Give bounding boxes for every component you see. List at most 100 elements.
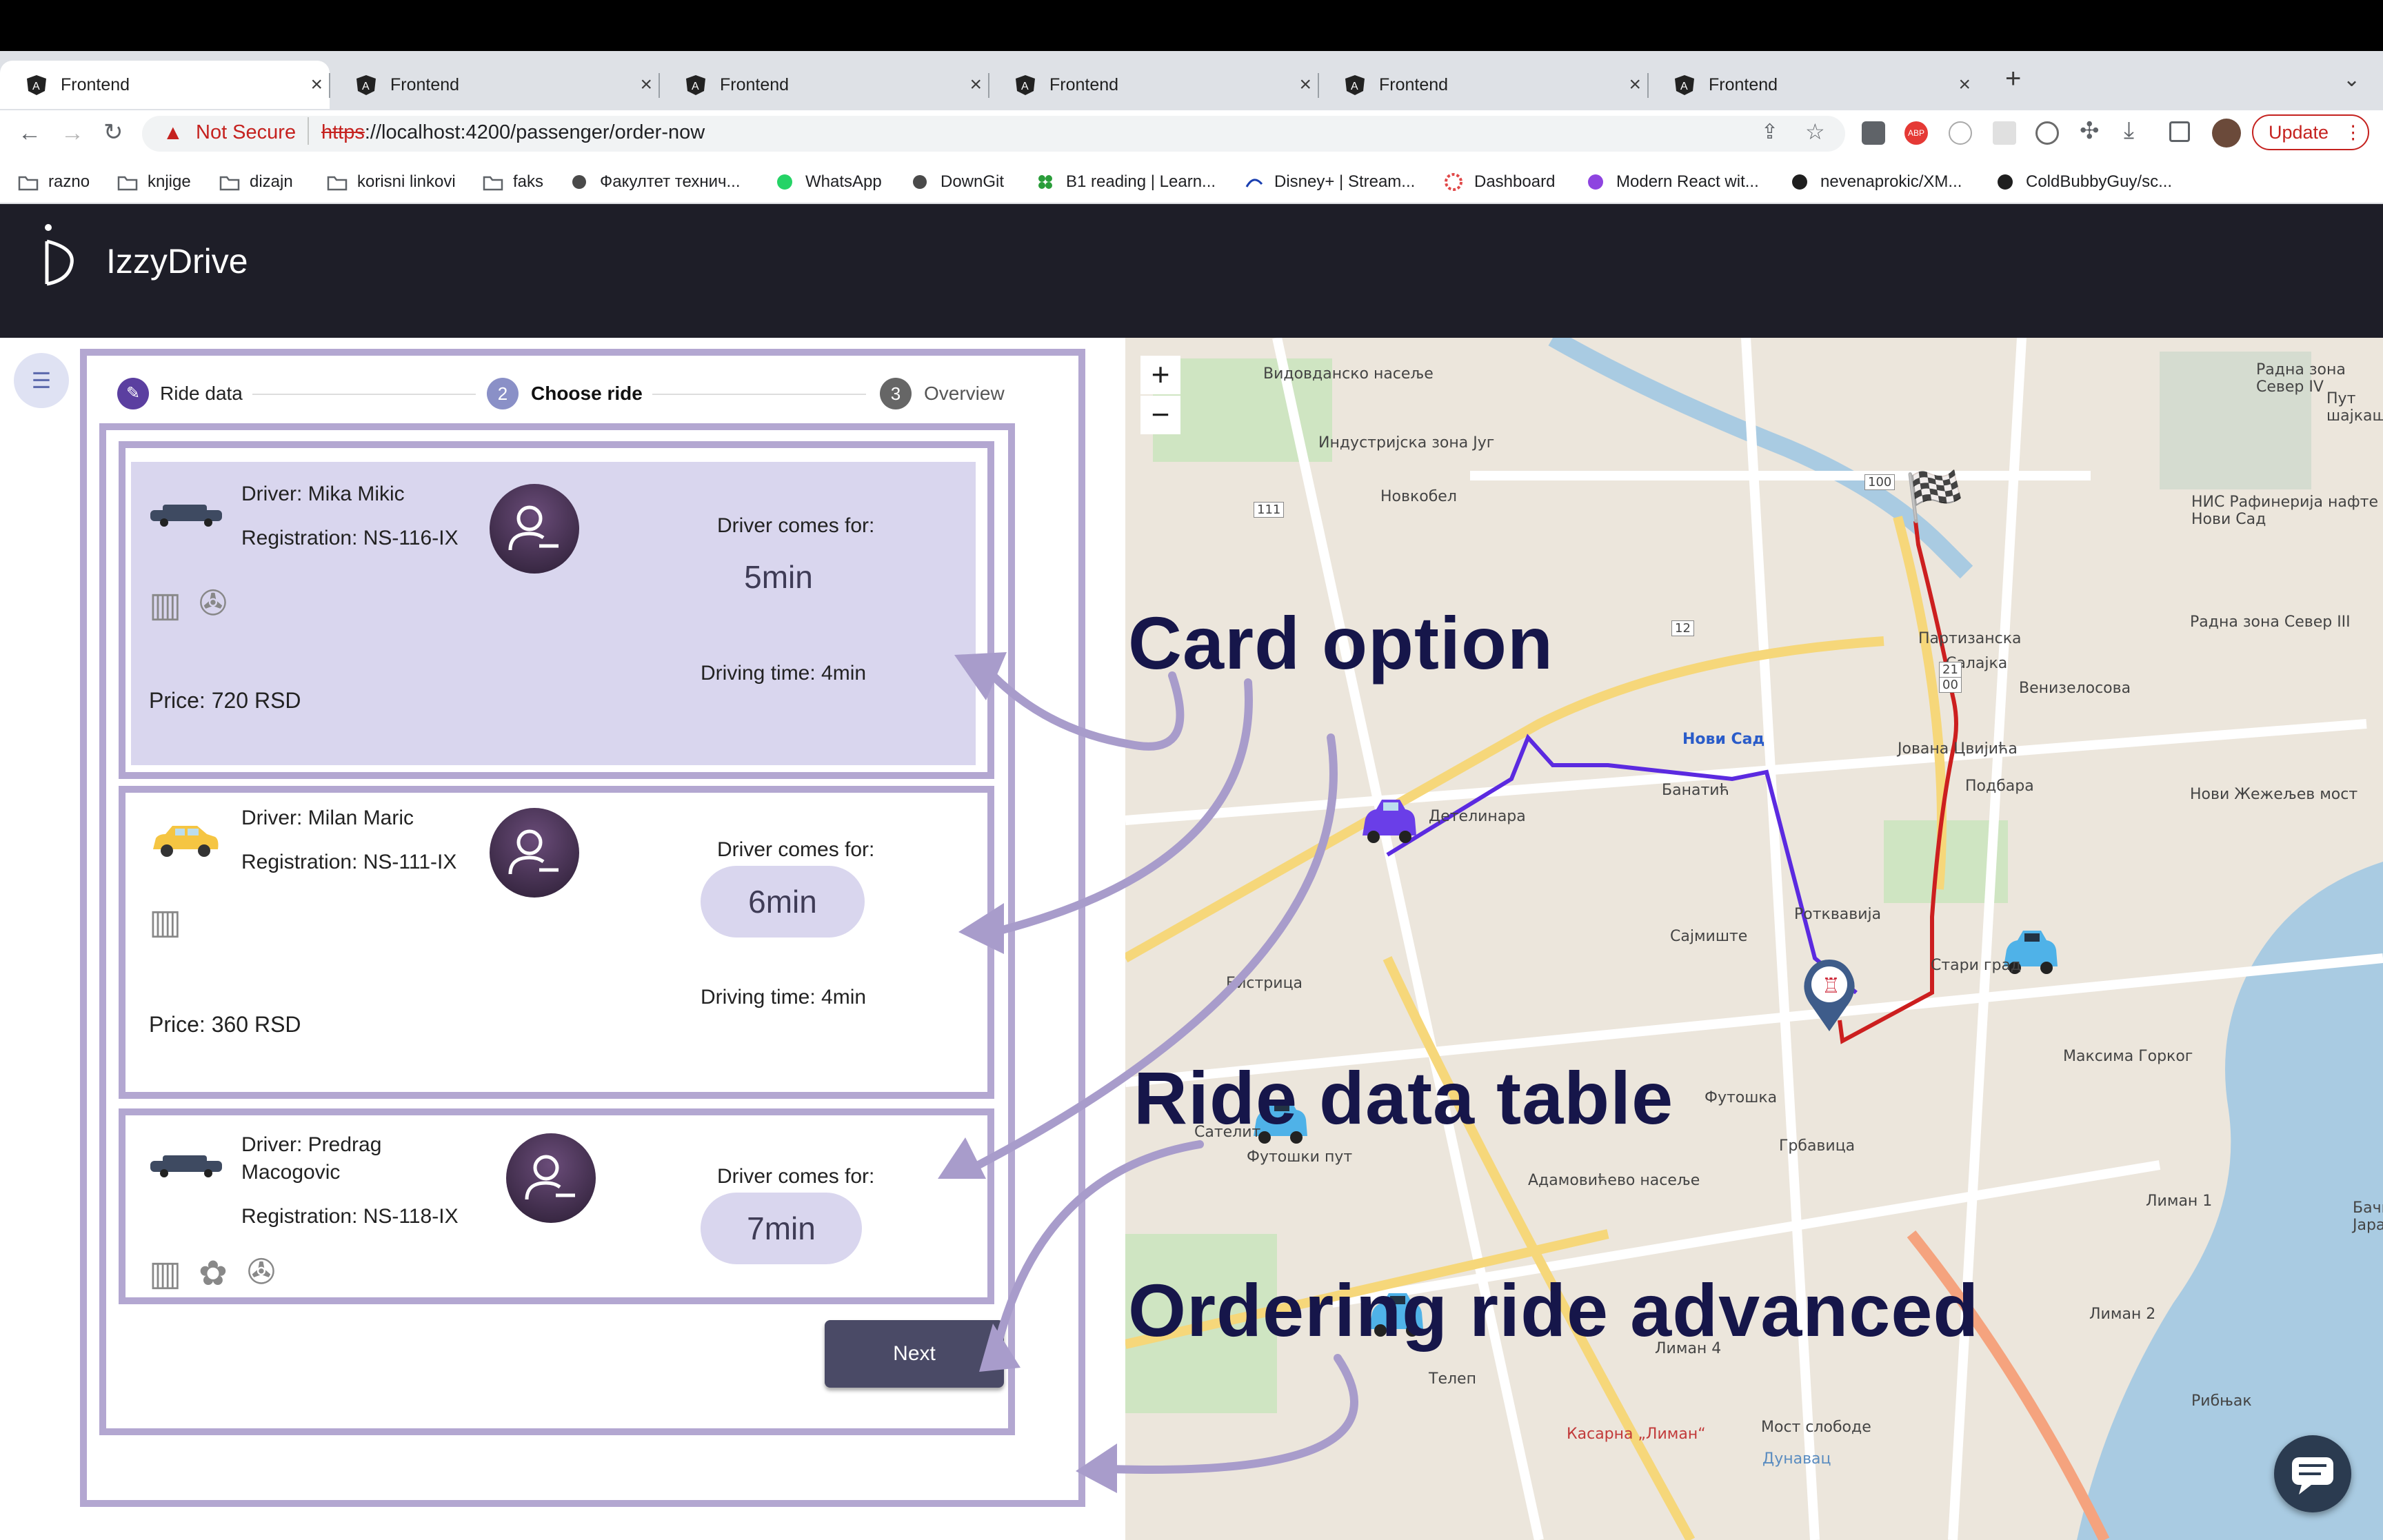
- tab-close-icon[interactable]: ×: [640, 73, 652, 97]
- svg-text:A: A: [692, 81, 699, 92]
- update-button[interactable]: Update ⋮: [2252, 114, 2369, 150]
- map-label: Лиман 2: [2089, 1306, 2156, 1323]
- browser-tab-3[interactable]: A Frontend ×: [659, 61, 989, 109]
- card-1-outline: [119, 441, 994, 779]
- tab-close-icon[interactable]: ×: [310, 73, 323, 97]
- angular-icon: A: [1345, 74, 1365, 95]
- map-label: Пут шајкашки: [2326, 390, 2383, 425]
- forward-icon[interactable]: →: [61, 120, 84, 147]
- dashboard-icon: [1444, 173, 1465, 191]
- angular-icon: A: [685, 74, 706, 95]
- zoom-out-button[interactable]: −: [1140, 396, 1180, 434]
- tab-search-chevron-icon[interactable]: ⌄: [2343, 68, 2360, 92]
- bookmark-label: Modern React wit...: [1616, 172, 1759, 191]
- bookmark-item[interactable]: nevenaprokic/XM...: [1790, 168, 1962, 196]
- svg-text:A: A: [1680, 81, 1688, 92]
- profile-avatar[interactable]: [2212, 119, 2241, 148]
- url-text[interactable]: https://localhost:4200/passenger/order-n…: [321, 121, 705, 144]
- bookmark-item[interactable]: faks: [483, 168, 543, 196]
- new-tab-button[interactable]: +: [2005, 63, 2021, 94]
- chat-button[interactable]: [2274, 1435, 2351, 1512]
- bookmark-item[interactable]: B1 reading | Learn...: [1036, 168, 1216, 196]
- bookmark-label: WhatsApp: [805, 172, 882, 191]
- bookmark-label: B1 reading | Learn...: [1066, 172, 1216, 191]
- map-label: Нови Сад: [1682, 731, 1765, 748]
- not-secure-label[interactable]: Not Secure: [196, 121, 296, 144]
- bookmark-item[interactable]: Disney+ | Stream...: [1244, 168, 1415, 196]
- disney-icon: [1244, 173, 1265, 191]
- extension-circle-icon[interactable]: [1949, 121, 1972, 145]
- map-label: Адамовићево насеље: [1528, 1172, 1700, 1189]
- browser-tab-5[interactable]: A Frontend ×: [1318, 61, 1648, 109]
- tab-close-icon[interactable]: ×: [969, 73, 982, 97]
- map-label: Бистрица: [1226, 975, 1303, 992]
- puzzle-extensions-icon[interactable]: ✣: [2080, 117, 2100, 145]
- map-label: Мост слободе: [1761, 1419, 1871, 1436]
- bookmark-item[interactable]: dizajn: [219, 168, 293, 196]
- bookmark-item[interactable]: WhatsApp: [775, 168, 882, 196]
- wordpress-icon[interactable]: [2035, 121, 2059, 145]
- bookmark-label: faks: [513, 172, 544, 191]
- road-number-badge: 21: [1939, 662, 1962, 678]
- svg-text:A: A: [1021, 81, 1029, 92]
- whatsapp-icon: [775, 173, 796, 191]
- zoom-in-button[interactable]: +: [1140, 356, 1180, 394]
- bookmark-label: Dashboard: [1474, 172, 1556, 191]
- bookmark-item[interactable]: DownGit: [910, 168, 1004, 196]
- sidebar-toggle-list-icon[interactable]: ☰: [14, 353, 69, 408]
- road-number-badge: 111: [1254, 502, 1285, 518]
- start-location-pin-icon: ♖: [1804, 960, 1855, 1031]
- folder-icon: [483, 173, 503, 191]
- share-icon[interactable]: ⇪: [1761, 120, 1778, 144]
- side-panel-icon[interactable]: [2169, 121, 2190, 142]
- tab-separator: [1647, 73, 1649, 98]
- map-label: Дунавац: [1762, 1450, 1831, 1468]
- angular-icon: A: [26, 74, 47, 95]
- angular-icon: A: [1674, 74, 1695, 95]
- tab-close-icon[interactable]: ×: [1958, 73, 1971, 97]
- map-label: Јована Цвијића: [1898, 740, 2018, 758]
- bookmark-label: korisni linkovi: [357, 172, 456, 191]
- browser-tab-2[interactable]: A Frontend ×: [330, 61, 659, 109]
- download-icon[interactable]: ⤓: [2124, 117, 2134, 144]
- svg-text:♖: ♖: [1822, 975, 1840, 997]
- bookmark-label: knjige: [148, 172, 191, 191]
- bookmark-star-icon[interactable]: ☆: [1805, 119, 1825, 145]
- browser-tab-6[interactable]: A Frontend ×: [1648, 61, 1978, 109]
- map[interactable]: + − 🏁 ♖ Видовданско насеље Индустријска з…: [1125, 338, 2383, 1540]
- annotation-ride-data-table: Ride data table: [1134, 1056, 1674, 1139]
- map-label: Подбара: [1965, 778, 2034, 795]
- annotation-card-option: Card option: [1128, 601, 1554, 685]
- extension-grey-icon[interactable]: [1993, 121, 2016, 145]
- izzydrive-logo-icon: [45, 224, 74, 286]
- angular-icon: A: [1015, 74, 1036, 95]
- map-label: Касарна „Лиман“: [1567, 1426, 1706, 1443]
- map-label: Бачки Јарак: [2353, 1199, 2383, 1234]
- bookmark-item[interactable]: razno: [18, 168, 90, 196]
- browser-tab-1[interactable]: A Frontend ×: [0, 61, 330, 109]
- purple-car-icon: [1363, 800, 1416, 843]
- map-label: Радна зона Север III: [2190, 614, 2351, 631]
- bookmark-label: razno: [48, 172, 90, 191]
- tab-close-icon[interactable]: ×: [1629, 73, 1641, 97]
- bookmark-item[interactable]: knjige: [117, 168, 191, 196]
- map-label: Максима Горког: [2063, 1048, 2193, 1065]
- extension-icon[interactable]: [1862, 121, 1885, 145]
- tab-title: Frontend: [61, 74, 130, 94]
- warning-icon: ▲: [163, 121, 183, 144]
- bookmark-item[interactable]: ColdBubbyGuy/sc...: [1995, 168, 2172, 196]
- menu-dots-icon: ⋮: [2344, 121, 2363, 143]
- bookmark-item[interactable]: Факултет технич...: [570, 168, 740, 196]
- bookmark-item[interactable]: Dashboard: [1444, 168, 1555, 196]
- folder-icon: [117, 173, 138, 191]
- tab-close-icon[interactable]: ×: [1299, 73, 1311, 97]
- road-number-badge: 12: [1671, 620, 1694, 636]
- adblock-icon[interactable]: ABP: [1904, 121, 1928, 145]
- bookmark-item[interactable]: Modern React wit...: [1586, 168, 1759, 196]
- bookmark-item[interactable]: korisni linkovi: [327, 168, 456, 196]
- map-label: Венизелосова: [2019, 680, 2131, 697]
- browser-tab-4[interactable]: A Frontend ×: [989, 61, 1318, 109]
- back-icon[interactable]: ←: [18, 120, 41, 147]
- reload-icon[interactable]: ↻: [103, 119, 123, 146]
- map-label: Новкобел: [1380, 488, 1457, 505]
